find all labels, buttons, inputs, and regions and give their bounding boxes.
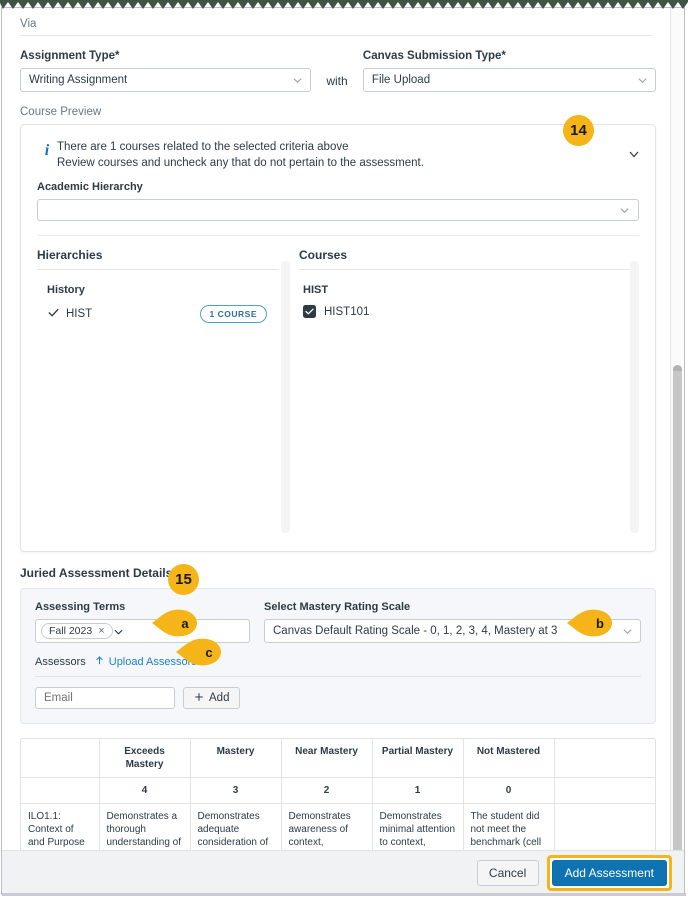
canvas-submission-type-label: Canvas Submission Type* [362,50,506,62]
add-assessment-highlight: Add Assessment [546,854,672,891]
hierarchy-item-hist[interactable]: HIST 1 COURSE [37,305,279,323]
window-bottom-shadow [2,893,686,896]
via-divider [20,35,652,36]
annotation-pin-b: b [567,609,613,637]
courses-list: HIST HIST101 [299,270,639,318]
course-preview-label: Course Preview [20,106,102,118]
rubric-value-cell: 1 [372,777,464,804]
rubric-values-row: 4 3 2 1 0 [21,777,655,804]
dialog-footer: Cancel Add Assessment [2,850,684,894]
assignment-type-value: Writing Assignment [29,74,128,86]
course-count-badge: 1 COURSE [199,305,267,323]
rubric-header-row: Exceeds Mastery Mastery Near Mastery Par… [21,739,655,778]
collapse-toggle-chevron-down-icon[interactable] [627,147,641,164]
juried-assessment-title: Juried Assessment Details [20,566,173,580]
page-scrollbar-thumb[interactable] [673,365,682,894]
term-token-label: Fall 2023 [49,625,93,637]
academic-hierarchy-group: Academic Hierarchy [21,171,655,221]
course-preview-info-text: There are 1 courses related to the selec… [57,139,639,171]
juried-fields-row: Assessing Terms Fall 2023 × Select Maste… [35,601,641,643]
assessor-email-input[interactable] [35,687,175,709]
add-assessor-button[interactable]: Add [183,687,241,709]
assignment-type-label: Assignment Type* [20,50,120,62]
check-icon [47,306,61,322]
course-preview-header: i There are 1 courses related to the sel… [21,125,655,171]
page-scrollbar[interactable] [670,8,684,894]
plus-icon [194,692,204,705]
assessing-terms-group: Assessing Terms Fall 2023 × [35,601,250,643]
rubric-header-cell [554,739,655,778]
course-item-hist101[interactable]: HIST101 [299,305,639,318]
annotation-pin-a: a [152,609,198,637]
assignment-type-group: Assignment Type* Writing Assignment [20,50,312,92]
page-scrollbar-thumb-cap [673,365,682,371]
courses-group-name: HIST [303,284,329,296]
courses-title: Courses [299,236,639,270]
hierarchy-item-label: HIST [66,308,93,320]
assignment-type-row: Assignment Type* Writing Assignment with… [20,50,656,92]
add-assessor-label: Add [209,692,230,704]
hierarchies-scrollbar-gap [279,236,299,546]
rubric-header-cell: Mastery [190,739,282,778]
chevron-down-icon [113,626,124,637]
rubric-value-cell [21,777,100,804]
courses-panel: Courses HIST HIST101 [299,236,639,546]
chevron-down-icon [619,205,630,216]
canvas-submission-type-select[interactable]: File Upload [362,68,656,92]
annotation-pin-c-label: c [205,644,213,660]
juried-assessment-card: Assessing Terms Fall 2023 × Select Maste… [20,588,656,724]
assignment-type-select[interactable]: Writing Assignment [20,68,312,92]
info-line-1: There are 1 courses related to the selec… [57,141,349,153]
rubric-header-cell: Exceeds Mastery [99,739,191,778]
rubric-header-cell: Not Mastered [463,739,555,778]
annotation-pin-a-label: a [181,615,189,631]
assessing-terms-label: Assessing Terms [35,601,126,613]
info-line-2: Review courses and uncheck any that do n… [57,157,424,169]
course-preview-card: i There are 1 courses related to the sel… [20,124,656,552]
assessor-email-row: Add [35,687,641,709]
hierarchies-title: Hierarchies [37,236,279,270]
rubric-header-cell: Near Mastery [281,739,373,778]
hierarchies-scrollbar[interactable] [281,261,290,533]
rubric-header-cell [21,739,100,778]
chevron-down-icon [292,75,303,86]
mastery-rating-scale-value: Canvas Default Rating Scale - 0, 1, 2, 3… [273,625,558,637]
via-label: Via [20,18,37,30]
upload-icon [94,655,105,669]
hierarchy-group-name: History [47,284,85,296]
with-conjunction-label: with [326,74,348,88]
assessors-label: Assessors [35,656,86,668]
rubric-value-cell: 3 [190,777,282,804]
add-assessment-button[interactable]: Add Assessment [551,859,667,886]
canvas-submission-type-group: Canvas Submission Type* File Upload [362,50,656,92]
academic-hierarchy-select[interactable] [37,199,639,221]
academic-hierarchy-label: Academic Hierarchy [37,181,143,193]
canvas-submission-type-value: File Upload [371,74,431,86]
checkbox-checked-icon[interactable] [303,305,316,318]
course-item-label: HIST101 [324,305,370,318]
chevron-down-icon [622,626,633,637]
cancel-button[interactable]: Cancel [476,859,539,886]
hierarchy-courses-panels: Hierarchies History HIST 1 COURSE Course… [21,236,655,546]
annotation-step-15: 15 [168,564,199,595]
info-icon: i [44,142,50,159]
courses-scrollbar[interactable] [630,261,639,533]
hierarchies-list: History HIST 1 COURSE [37,270,279,323]
rubric-value-cell: 0 [463,777,555,804]
assessors-row: Assessors Upload Assessors [35,655,641,677]
rubric-value-cell: 4 [99,777,191,804]
remove-token-icon[interactable]: × [98,625,104,637]
rubric-value-cell [554,777,655,804]
annotation-pin-c: c [176,638,222,666]
term-token-fall-2023[interactable]: Fall 2023 × [41,623,113,639]
rubric-header-cell: Partial Mastery [372,739,464,778]
chevron-down-icon [637,75,648,86]
hierarchies-panel: Hierarchies History HIST 1 COURSE [37,236,279,546]
annotation-step-14: 14 [563,115,594,146]
rubric-value-cell: 2 [281,777,373,804]
annotation-pin-b-label: b [596,615,604,631]
